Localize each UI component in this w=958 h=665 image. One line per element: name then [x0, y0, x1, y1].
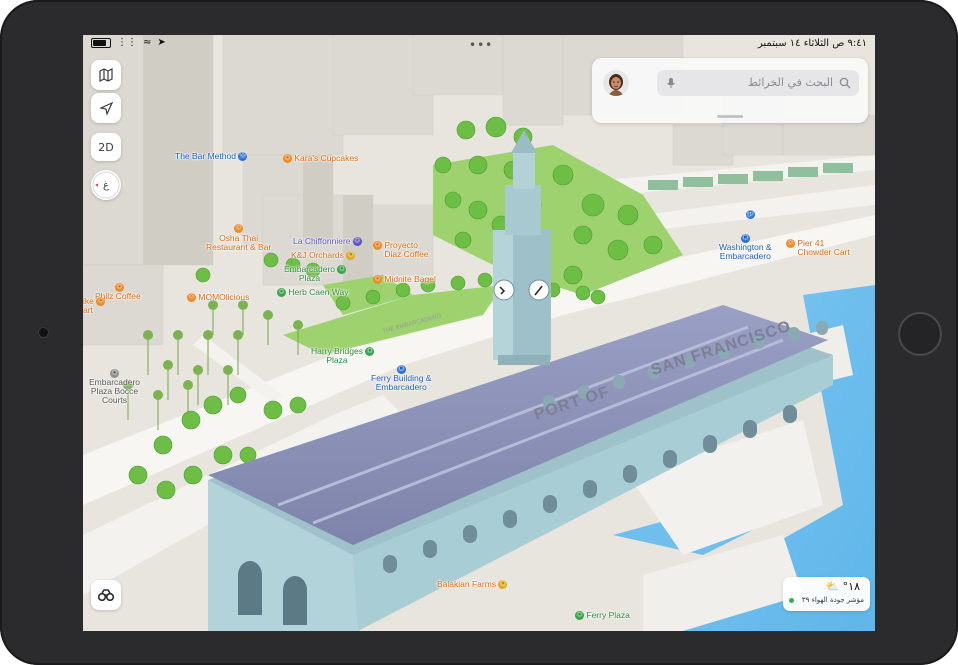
search-input[interactable]: البحث في الخرائط — [657, 70, 859, 96]
restaurant-icon: ✕ — [234, 224, 244, 233]
star-icon: ★ — [352, 237, 362, 247]
park-icon: ● — [277, 288, 286, 298]
multitasking-handle[interactable]: ••• — [469, 38, 493, 52]
bakery-icon: ● — [373, 275, 382, 285]
compass-north-label: غ — [103, 179, 109, 191]
poi-midnite-bagel[interactable]: ● Midnite Bagel — [373, 275, 436, 285]
signal-icon: ⋮⋮ — [117, 37, 137, 48]
parking-icon: P — [746, 210, 755, 220]
poi-ferry-plaza[interactable]: ● Ferry Plaza — [575, 611, 630, 621]
wifi-icon: ≈ — [143, 37, 152, 48]
location-arrow-icon: ➤ — [157, 37, 166, 48]
cupcake-icon: ● — [283, 154, 292, 164]
poi-osha-thai[interactable]: ✕ Osha Thai Restaurant & Bar — [206, 224, 271, 252]
current-location-button[interactable] — [91, 93, 121, 123]
ipad-device-frame: THE EMBARCADERO PORT OF SAN FRANCISCO Th… — [0, 0, 958, 665]
poi-pier-41-chowder[interactable]: ✕ Pier 41 Chowder Cart — [786, 239, 850, 257]
look-around-button[interactable] — [91, 580, 121, 610]
home-button[interactable] — [898, 312, 942, 356]
weather-widget[interactable]: ١٨° ⛅ مؤشر جودة الهواء ٣٩ — [783, 577, 870, 611]
poi-proyecto-diaz[interactable]: ● Proyecto Diaz Coffee — [373, 241, 429, 259]
park-icon: ● — [365, 347, 375, 357]
toggle-2d-button[interactable]: 2D — [91, 133, 121, 161]
status-indicators: ⋮⋮ ≈ ➤ — [91, 37, 166, 48]
poi-embarcadero-plaza[interactable]: Embarcadero Plaza ● — [284, 265, 347, 283]
poi-bocce-courts[interactable]: ● Embarcadero Plaza Bocce Courts — [89, 369, 140, 405]
poi-momolicious[interactable]: ✕ MOMOlicious — [187, 293, 249, 303]
poi-bike-cart[interactable]: ike art ● — [83, 297, 106, 315]
poi-kj-orchards[interactable]: K&J Orchards ■ — [291, 251, 356, 261]
search-placeholder: البحث في الخرائط — [747, 76, 833, 89]
status-time-date: ٩:٤١ ص الثلاثاء ١٤ سبتمبر — [757, 38, 867, 49]
air-quality-index: مؤشر جودة الهواء ٣٩ — [801, 596, 864, 604]
fitness-icon: ⚒ — [238, 152, 248, 162]
air-quality-indicator — [789, 598, 794, 603]
location-arrow-icon — [99, 101, 113, 115]
poi-balakian-farms[interactable]: Balakian Farms ■ — [437, 580, 508, 590]
park-icon: ● — [337, 265, 347, 275]
maps-screen: THE EMBARCADERO PORT OF SAN FRANCISCO Th… — [83, 35, 875, 631]
restaurant-icon: ✕ — [786, 239, 795, 249]
battery-icon — [91, 37, 111, 48]
user-avatar[interactable] — [603, 70, 629, 96]
poi-herb-caen-way[interactable]: ● Herb Caen Way — [277, 288, 349, 298]
poi-karas-cupcakes[interactable]: ● Kara's Cupcakes — [283, 154, 358, 164]
search-card: البحث في الخرائط — [592, 58, 868, 123]
poi-washington-embarcadero[interactable]: ■ Washington & Embarcadero — [719, 234, 772, 261]
park-icon: ● — [575, 611, 584, 621]
microphone-icon[interactable] — [665, 77, 677, 89]
poi-la-chiffonniere[interactable]: La Chiffonniere ★ — [293, 237, 362, 247]
map-mode-button[interactable] — [91, 60, 121, 90]
memoji-avatar-icon — [608, 74, 624, 96]
poi-harry-bridges-plaza[interactable]: Harry Bridges Plaza ● — [311, 347, 375, 365]
grocery-icon: ■ — [346, 251, 356, 261]
card-grabber[interactable] — [717, 115, 743, 118]
map-icon — [99, 68, 113, 82]
poi-the-bar-method[interactable]: The Bar Method ⚒ — [175, 152, 248, 162]
compass-button[interactable]: غ — [91, 170, 121, 200]
search-icon — [839, 77, 851, 89]
partly-cloudy-icon: ⛅ — [825, 580, 840, 593]
binoculars-icon — [98, 589, 114, 601]
weather-temperature: ١٨° ⛅ — [825, 580, 860, 593]
restaurant-icon: ● — [96, 297, 106, 307]
poi-ferry-building[interactable]: ■ Ferry Building & Embarcadero — [371, 365, 431, 392]
restaurant-icon: ✕ — [187, 293, 196, 303]
grocery-icon: ■ — [498, 580, 508, 590]
poi-parking[interactable]: P — [746, 210, 755, 220]
front-camera — [38, 327, 49, 338]
coffee-icon: ● — [373, 241, 382, 251]
